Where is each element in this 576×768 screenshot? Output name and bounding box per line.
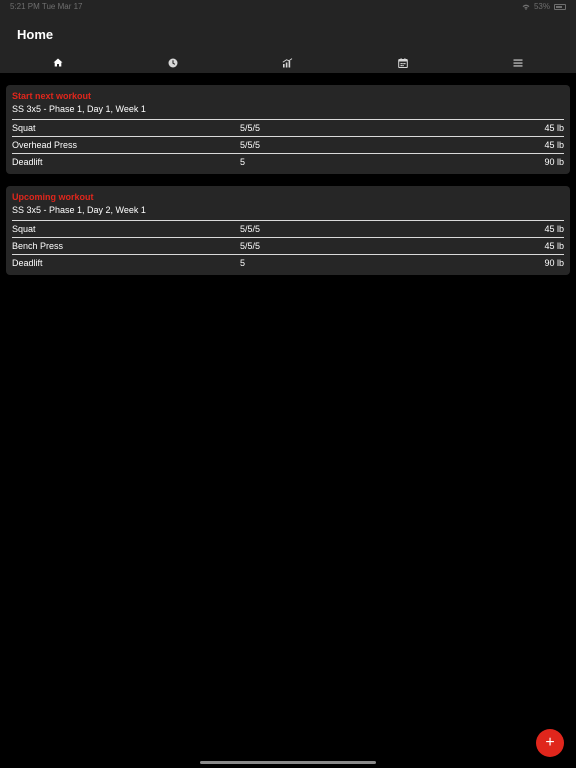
exercise-weight: 90 lb xyxy=(544,157,564,167)
plus-icon: + xyxy=(545,733,555,751)
exercise-row: Squat 5/5/5 45 lb xyxy=(12,220,564,237)
status-indicators: 53% xyxy=(522,2,566,11)
status-bar: 5:21 PM Tue Mar 17 53% xyxy=(0,0,576,14)
exercise-reps: 5/5/5 xyxy=(240,123,261,133)
menu-icon xyxy=(513,59,523,66)
calendar-icon xyxy=(398,57,408,68)
tab-calendar[interactable] xyxy=(346,52,461,73)
upcoming-workout-heading: Upcoming workout xyxy=(12,192,94,202)
chart-icon xyxy=(283,57,293,67)
exercise-name: Overhead Press xyxy=(12,140,78,150)
exercise-name: Bench Press xyxy=(12,241,64,251)
exercise-weight: 45 lb xyxy=(544,241,564,251)
next-workout-heading[interactable]: Start next workout xyxy=(12,91,91,101)
exercise-name: Squat xyxy=(12,224,36,234)
exercise-weight: 45 lb xyxy=(544,123,564,133)
clock-icon xyxy=(168,58,178,67)
page-title: Home xyxy=(17,27,54,42)
exercise-weight: 45 lb xyxy=(544,140,564,150)
exercise-row: Deadlift 5 90 lb xyxy=(12,254,564,271)
next-workout-exercise-list: Squat 5/5/5 45 lb Overhead Press 5/5/5 4… xyxy=(12,119,564,170)
app-screen: 5:21 PM Tue Mar 17 53% Home Start next w… xyxy=(0,0,576,768)
exercise-row: Bench Press 5/5/5 45 lb xyxy=(12,237,564,254)
tab-bar xyxy=(0,52,576,73)
exercise-name: Squat xyxy=(12,123,36,133)
battery-percentage: 53% xyxy=(533,2,550,11)
tab-progress[interactable] xyxy=(230,52,345,73)
exercise-reps: 5/5/5 xyxy=(240,241,261,251)
exercise-reps: 5/5/5 xyxy=(240,140,261,150)
app-header: 5:21 PM Tue Mar 17 53% Home xyxy=(0,0,576,73)
exercise-weight: 45 lb xyxy=(544,224,564,234)
tab-menu[interactable] xyxy=(461,52,576,73)
tab-home[interactable] xyxy=(0,52,115,73)
upcoming-workout-exercise-list: Squat 5/5/5 45 lb Bench Press 5/5/5 45 l… xyxy=(12,220,564,271)
exercise-reps: 5 xyxy=(240,258,246,268)
status-time-date: 5:21 PM Tue Mar 17 xyxy=(10,2,83,11)
next-workout-card[interactable]: Start next workout SS 3x5 - Phase 1, Day… xyxy=(6,85,570,174)
tab-history[interactable] xyxy=(115,52,230,73)
exercise-name: Deadlift xyxy=(12,157,43,167)
battery-icon xyxy=(554,3,566,10)
exercise-reps: 5/5/5 xyxy=(240,224,261,234)
exercise-row: Deadlift 5 90 lb xyxy=(12,153,564,170)
exercise-row: Overhead Press 5/5/5 45 lb xyxy=(12,136,564,153)
add-workout-button[interactable]: + xyxy=(536,729,564,757)
exercise-weight: 90 lb xyxy=(544,258,564,268)
exercise-row: Squat 5/5/5 45 lb xyxy=(12,119,564,136)
exercise-reps: 5 xyxy=(240,157,246,167)
exercise-name: Deadlift xyxy=(12,258,43,268)
next-workout-subtitle: SS 3x5 - Phase 1, Day 1, Week 1 xyxy=(12,104,146,114)
wifi-icon xyxy=(522,4,530,10)
upcoming-workout-subtitle: SS 3x5 - Phase 1, Day 2, Week 1 xyxy=(12,205,146,215)
upcoming-workout-card[interactable]: Upcoming workout SS 3x5 - Phase 1, Day 2… xyxy=(6,186,570,275)
home-icon xyxy=(53,58,63,67)
home-indicator[interactable] xyxy=(200,761,376,764)
